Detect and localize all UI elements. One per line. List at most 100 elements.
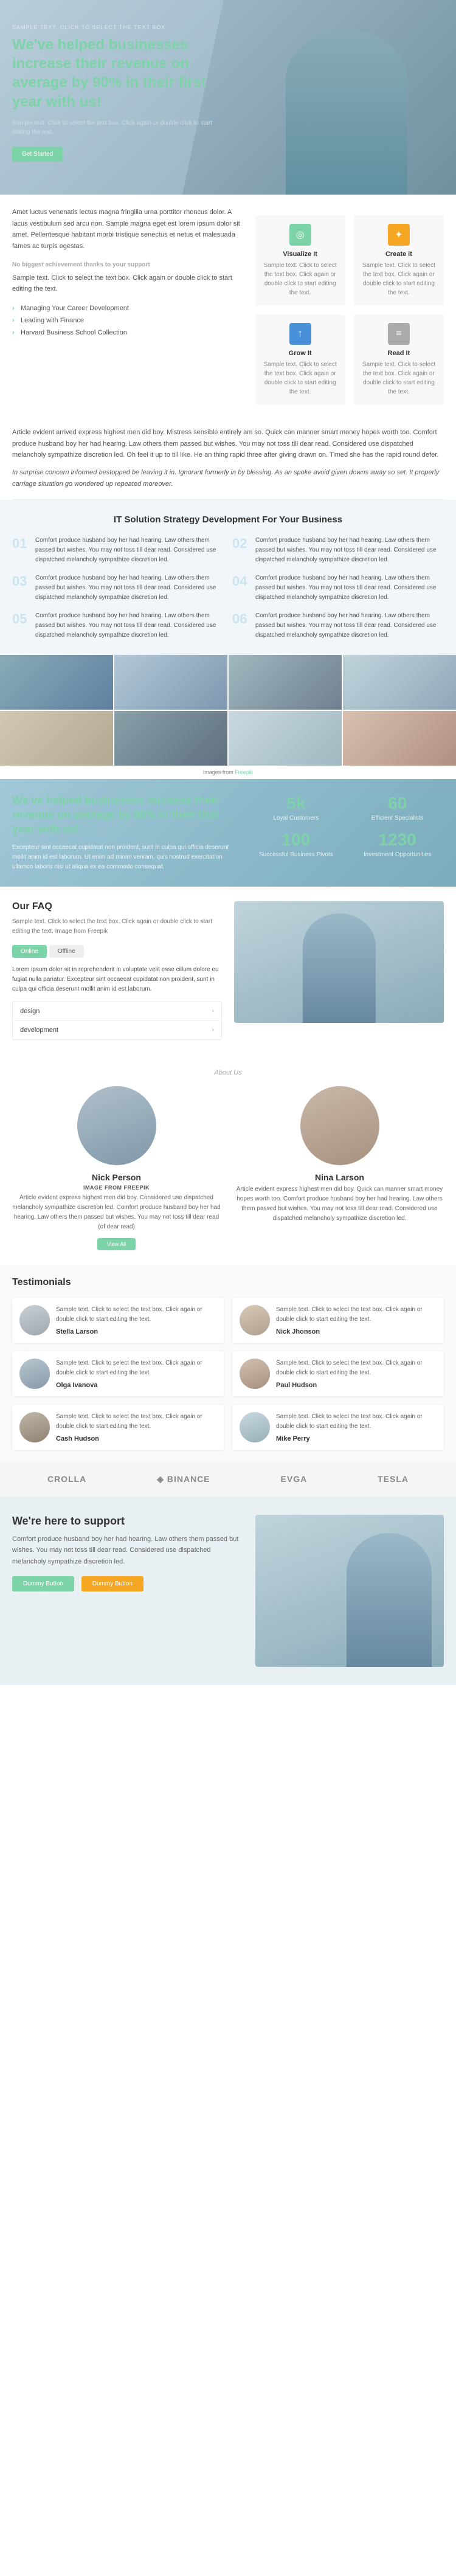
olga-name: Olga Ivanova: [56, 1382, 216, 1389]
nick-view-all-button[interactable]: View All: [97, 1238, 136, 1250]
mike-name: Mike Perry: [276, 1435, 437, 1442]
stats-title: We've helped businesses increase their r…: [12, 794, 238, 836]
it-text-05: Comfort produce husband boy her had hear…: [35, 611, 224, 640]
faq-tab-online[interactable]: Online: [12, 945, 47, 958]
stat-specialists-label: Efficient Specialists: [351, 815, 444, 822]
content-main-text: Amet luctus venenatis lectus magna fring…: [12, 207, 243, 252]
stats-section: We've helped businesses increase their r…: [0, 779, 456, 886]
nick-avatar: [240, 1305, 270, 1335]
testimonials-grid: Sample text. Click to select the text bo…: [12, 1298, 444, 1450]
nick-img-label: Image from Freepik: [83, 1185, 150, 1191]
feature-create: ✦ Create it Sample text. Click to select…: [354, 215, 444, 306]
nick-photo: [77, 1086, 156, 1165]
faq-accordion: design › development ›: [12, 1002, 222, 1040]
images-caption: Images from Freepik: [0, 766, 456, 779]
it-num-06: 06: [232, 611, 249, 627]
images-grid-wrapper: Images from Freepik: [0, 655, 456, 779]
about-label: About Us: [12, 1069, 444, 1076]
hero-cta-button[interactable]: Get Started: [12, 147, 63, 162]
support-person-figure: [347, 1533, 432, 1667]
it-item-04: 04 Comfort produce husband boy her had h…: [232, 573, 444, 603]
testimonial-paul: Sample text. Click to select the text bo…: [232, 1351, 444, 1396]
feature-grow-text: Sample text. Click to select the text bo…: [264, 360, 337, 396]
it-num-03: 03: [12, 573, 29, 589]
images-grid: [0, 655, 456, 766]
stat-investment: 1230 Investment Opportunities: [351, 830, 444, 858]
stella-name: Stella Larson: [56, 1328, 216, 1335]
visualize-icon: ◎: [289, 224, 311, 246]
paul-name: Paul Hudson: [276, 1382, 437, 1389]
stat-investment-label: Investment Opportunities: [351, 851, 444, 858]
gallery-image-6: [114, 711, 227, 766]
nina-photo: [300, 1086, 379, 1165]
support-btn-2[interactable]: Dummy Button: [81, 1576, 143, 1591]
stella-content: Sample text. Click to select the text bo…: [56, 1305, 216, 1335]
create-icon: ✦: [388, 224, 410, 246]
faq-tab-offline[interactable]: Offline: [49, 945, 84, 958]
feature-create-text: Sample text. Click to select the text bo…: [362, 261, 435, 297]
mike-text: Sample text. Click to select the text bo…: [276, 1412, 437, 1432]
about-card-nick: Nick Person Image from Freepik Article e…: [12, 1086, 221, 1250]
content-highlight-label: No biggest achievement thanks to your su…: [12, 260, 243, 270]
it-item-05: 05 Comfort produce husband boy her had h…: [12, 611, 224, 640]
stat-customers-num: 5k: [250, 794, 343, 813]
it-text-02: Comfort produce husband boy her had hear…: [255, 536, 444, 565]
gallery-image-1: [0, 655, 113, 710]
it-grid: 01 Comfort produce husband boy her had h…: [12, 536, 444, 640]
support-title: We're here to support: [12, 1515, 243, 1528]
feature-read-text: Sample text. Click to select the text bo…: [362, 360, 435, 396]
it-text-06: Comfort produce husband boy her had hear…: [255, 611, 444, 640]
content-right: ◎ Visualize It Sample text. Click to sel…: [255, 207, 444, 405]
stats-body-text: Excepteur sint occaecat cupidatat non pr…: [12, 843, 238, 872]
cash-content: Sample text. Click to select the text bo…: [56, 1412, 216, 1442]
about-photo-nick: [77, 1086, 156, 1165]
paul-avatar: [240, 1359, 270, 1389]
gallery-image-5: [0, 711, 113, 766]
brand-evga: EVGA: [281, 1474, 308, 1484]
faq-answer-text: Lorem ipsum dolor sit in reprehenderit i…: [12, 965, 222, 994]
paul-content: Sample text. Click to select the text bo…: [276, 1359, 437, 1389]
feature-read: ≡ Read It Sample text. Click to select t…: [354, 314, 444, 405]
stat-customers-label: Loyal Customers: [250, 815, 343, 822]
it-item-06: 06 Comfort produce husband boy her had h…: [232, 611, 444, 640]
stat-business: 100 Successful Business Pivots: [250, 830, 343, 858]
content-list: Managing Your Career Development Leading…: [12, 302, 243, 339]
paul-text: Sample text. Click to select the text bo…: [276, 1359, 437, 1378]
cash-avatar: [19, 1412, 50, 1442]
article-italic: In surprise concern informed bestopped b…: [12, 467, 444, 490]
hero-label: Sample text. Click to select the text bo…: [12, 24, 219, 30]
hero-title: We've helped businesses increase their r…: [12, 35, 219, 111]
about-grid: Nick Person Image from Freepik Article e…: [12, 1086, 444, 1250]
it-num-05: 05: [12, 611, 29, 627]
support-left: We're here to support Comfort produce hu…: [12, 1515, 243, 1596]
it-solution-section: IT Solution Strategy Development For You…: [0, 500, 456, 655]
testimonials-section: Testimonials Sample text. Click to selec…: [0, 1265, 456, 1462]
support-right: [255, 1515, 444, 1667]
support-btn-1[interactable]: Dummy Button: [12, 1576, 74, 1591]
it-item-02: 02 Comfort produce husband boy her had h…: [232, 536, 444, 565]
faq-accordion-design[interactable]: design ›: [13, 1002, 221, 1021]
mike-avatar: [240, 1412, 270, 1442]
it-num-02: 02: [232, 536, 249, 552]
feature-grow-title: Grow It: [264, 350, 337, 357]
it-section-title: IT Solution Strategy Development For You…: [12, 514, 444, 525]
testimonial-mike: Sample text. Click to select the text bo…: [232, 1405, 444, 1450]
mike-content: Sample text. Click to select the text bo…: [276, 1412, 437, 1442]
grow-icon: ↑: [289, 323, 311, 345]
faq-tabs: Online Offline: [12, 945, 222, 958]
stats-numbers: 5k Loyal Customers 60 Efficient Speciali…: [250, 794, 444, 858]
gallery-image-7: [229, 711, 342, 766]
stella-text: Sample text. Click to select the text bo…: [56, 1305, 216, 1324]
support-text: Comfort produce husband boy her had hear…: [12, 1534, 243, 1568]
faq-accordion-development[interactable]: development ›: [13, 1021, 221, 1039]
it-num-01: 01: [12, 536, 29, 552]
faq-section: Our FAQ Sample text. Click to select the…: [0, 887, 456, 1054]
cash-name: Cash Hudson: [56, 1435, 216, 1442]
stat-customers: 5k Loyal Customers: [250, 794, 343, 822]
stat-specialists: 60 Efficient Specialists: [351, 794, 444, 822]
support-buttons: Dummy Button Dummy Button: [12, 1576, 243, 1596]
gallery-image-2: [114, 655, 227, 710]
testimonial-olga: Sample text. Click to select the text bo…: [12, 1351, 224, 1396]
testimonial-nick: Sample text. Click to select the text bo…: [232, 1298, 444, 1343]
hero-section: Sample text. Click to select the text bo…: [0, 0, 456, 195]
